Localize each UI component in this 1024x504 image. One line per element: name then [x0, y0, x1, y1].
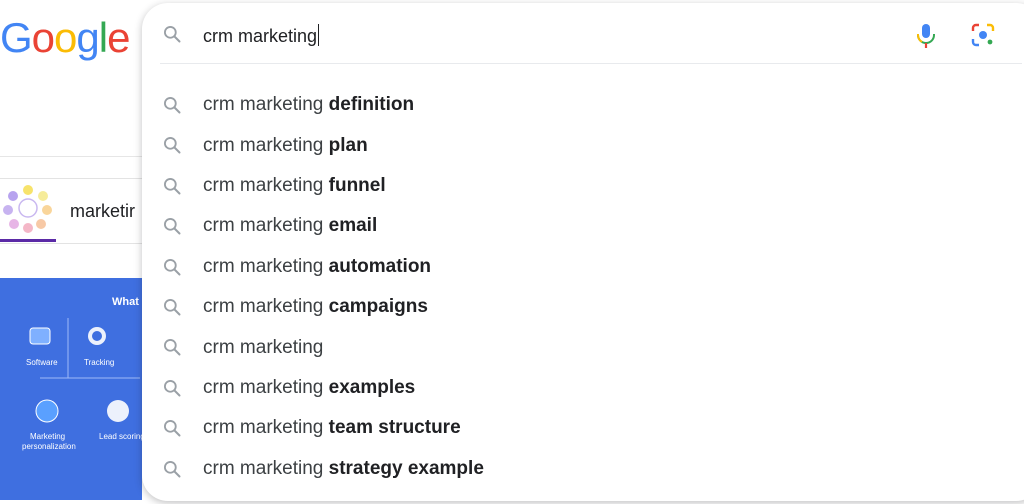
- suggestion-item[interactable]: crm marketing email: [142, 206, 1022, 246]
- suggestion-list: crm marketing definition crm marketing p…: [142, 85, 1022, 489]
- suggestion-prefix: crm marketing: [203, 376, 329, 398]
- infographic-label: Marketing: [30, 432, 66, 441]
- logo-letter: l: [98, 14, 108, 61]
- suggestion-item[interactable]: crm marketing examples: [142, 368, 1022, 408]
- search-icon: [164, 137, 181, 154]
- search-icon: [164, 26, 181, 43]
- text-caret: [318, 24, 320, 46]
- suggestion-completion: email: [328, 215, 378, 237]
- suggestion-text: crm marketing funnel: [203, 175, 386, 197]
- suggestion-prefix: crm marketing: [203, 134, 329, 156]
- dropdown-divider: [160, 63, 1022, 64]
- suggestion-completion: plan: [328, 134, 368, 156]
- suggestion-completion: funnel: [328, 174, 386, 196]
- suggestion-text: crm marketing email: [203, 215, 377, 237]
- suggestion-text: crm marketing strategy example: [203, 458, 484, 480]
- suggestion-item[interactable]: crm marketing team structure: [142, 408, 1022, 448]
- suggestion-completion: strategy example: [328, 457, 484, 479]
- suggestion-completion: definition: [328, 94, 415, 116]
- suggestion-item[interactable]: crm marketing campaigns: [142, 287, 1022, 327]
- suggestion-text: crm marketing team structure: [203, 417, 461, 439]
- suggestion-item[interactable]: crm marketing strategy example: [142, 449, 1022, 489]
- search-icon: [164, 218, 181, 235]
- logo-letter: e: [107, 14, 130, 61]
- suggestion-item[interactable]: crm marketing plan: [142, 125, 1022, 165]
- suggestion-prefix: crm marketing: [203, 336, 324, 358]
- search-icon: [164, 177, 181, 195]
- search-icon: [164, 97, 181, 114]
- logo-letter: G: [0, 14, 33, 61]
- suggestion-item[interactable]: crm marketing automation: [142, 247, 1022, 287]
- suggestion-prefix: crm marketing: [203, 215, 329, 237]
- suggestion-item[interactable]: crm marketing: [142, 327, 1022, 367]
- suggestion-text: crm marketing plan: [203, 135, 368, 157]
- suggestion-completion: examples: [328, 376, 416, 398]
- suggestion-completion: campaigns: [328, 296, 428, 318]
- infographic-label: Software: [26, 358, 58, 367]
- suggestion-prefix: crm marketing: [203, 417, 329, 439]
- suggestion-prefix: crm marketing: [203, 255, 329, 277]
- suggestion-completion: automation: [328, 255, 432, 277]
- camera-lens-icon[interactable]: [970, 22, 996, 48]
- result-card-title: marketir: [70, 201, 136, 221]
- search-icon: [164, 420, 181, 437]
- search-input[interactable]: crm marketing: [203, 24, 320, 47]
- search-icon: [164, 339, 181, 356]
- logo-letter: o: [54, 14, 77, 61]
- search-query-text: crm marketing: [203, 26, 318, 46]
- suggestion-item[interactable]: crm marketing definition: [142, 85, 1022, 125]
- suggestion-text: crm marketing definition: [203, 94, 414, 116]
- suggestion-text: crm marketing: [203, 337, 323, 359]
- suggestion-prefix: crm marketing: [203, 94, 329, 116]
- result-thumbnail: [3, 185, 52, 233]
- search-icon: [164, 379, 181, 397]
- suggestion-item[interactable]: crm marketing funnel: [142, 166, 1022, 206]
- suggestion-text: crm marketing campaigns: [203, 296, 428, 318]
- logo-letter: g: [76, 14, 99, 61]
- suggestion-completion: team structure: [328, 417, 461, 439]
- search-autocomplete-panel: crm marketing crm marketing definition c…: [142, 3, 1024, 501]
- suggestion-text: crm marketing automation: [203, 256, 431, 278]
- background-divider: [0, 156, 142, 157]
- background-result-card[interactable]: marketir: [0, 178, 142, 244]
- google-logo[interactable]: Google: [0, 14, 130, 62]
- mic-icon[interactable]: [914, 22, 938, 50]
- suggestion-prefix: crm marketing: [203, 296, 329, 318]
- logo-letter: o: [31, 14, 55, 61]
- search-icon: [164, 460, 181, 478]
- suggestion-prefix: crm marketing: [203, 457, 329, 479]
- background-infographic[interactable]: What Software Tracking Marketing persona…: [0, 278, 142, 500]
- infographic-graphics: [29, 318, 140, 423]
- infographic-label: Tracking: [84, 358, 115, 367]
- search-icon: [164, 298, 181, 316]
- thumbnail-bar: [0, 239, 56, 242]
- suggestion-text: crm marketing examples: [203, 377, 415, 399]
- suggestion-prefix: crm marketing: [203, 174, 329, 196]
- search-icon: [164, 258, 181, 276]
- infographic-label: Lead scoring: [99, 432, 142, 441]
- infographic-label: personalization: [22, 442, 76, 451]
